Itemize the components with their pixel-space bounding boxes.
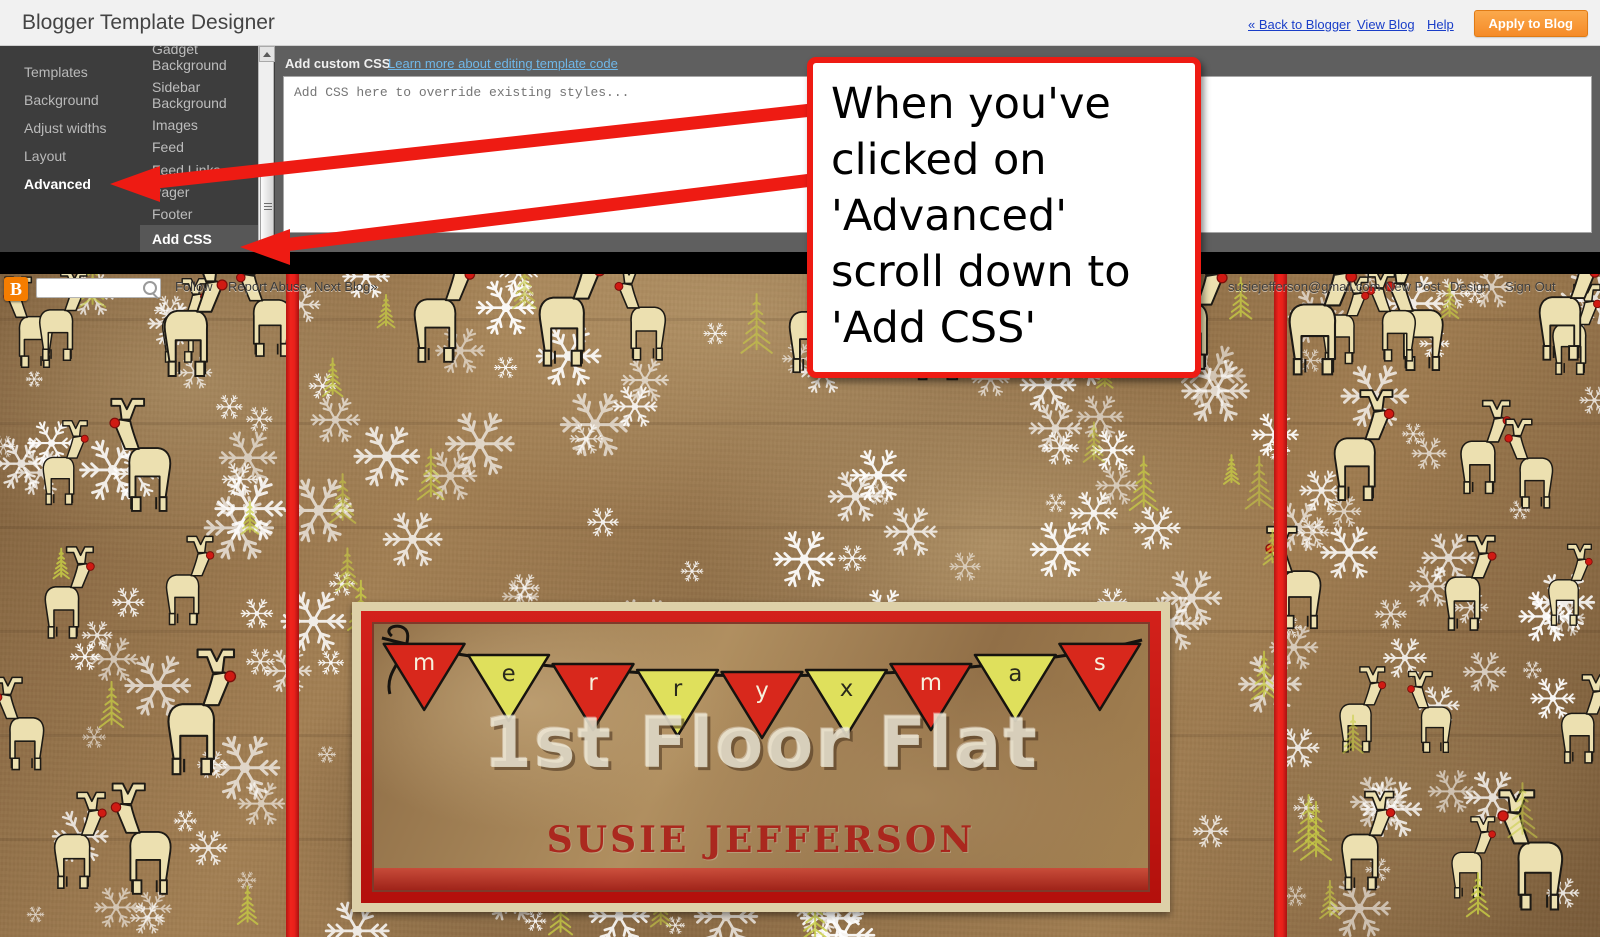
navbar-sign-out-link[interactable]: Sign Out <box>1505 279 1556 294</box>
sidebar-item-advanced[interactable]: Advanced <box>0 170 140 198</box>
designer-sub-list: Gadget Background Sidebar Background Ima… <box>140 46 258 262</box>
sidebar-item-templates[interactable]: Templates <box>0 58 140 86</box>
apply-to-blog-button[interactable]: Apply to Blog <box>1473 10 1588 37</box>
navbar-design-link[interactable]: Design <box>1450 279 1490 294</box>
navbar-new-post-link[interactable]: New Post <box>1385 279 1441 294</box>
navbar-follow-link[interactable]: Follow <box>175 279 213 294</box>
sidebar-item-background[interactable]: Background <box>0 86 140 114</box>
designer-sub-scrollbar[interactable] <box>258 46 275 262</box>
blog-preview: B Follow Report Abuse Next Blog» susieje… <box>0 262 1600 937</box>
banner-bottom-strip <box>374 868 1148 890</box>
designer-nav-list: Templates Background Adjust widths Layou… <box>0 46 140 262</box>
left-red-stripe <box>286 262 299 937</box>
sub-item-feed[interactable]: Feed <box>140 136 258 158</box>
navbar-report-abuse-link[interactable]: Report Abuse <box>228 279 307 294</box>
sub-item-feed-links[interactable]: Feed Links <box>140 159 258 181</box>
blogger-navbar-top-rule <box>0 262 1600 274</box>
page-title: Blogger Template Designer <box>22 11 275 34</box>
screen: B Follow Report Abuse Next Blog» susieje… <box>0 0 1600 937</box>
sub-item-pager[interactable]: Pager <box>140 181 258 203</box>
blog-header-banner[interactable]: merryxmas 1st Floor Flat SUSIE JEFFERSON <box>352 602 1170 912</box>
banner-red-frame: merryxmas 1st Floor Flat SUSIE JEFFERSON <box>361 611 1161 903</box>
add-custom-css-heading: Add custom CSS <box>285 56 391 71</box>
designer-header: Blogger Template Designer « Back to Blog… <box>0 0 1600 46</box>
annotation-callout: When you've clicked on 'Advanced' scroll… <box>807 57 1201 378</box>
banner-inner: merryxmas 1st Floor Flat SUSIE JEFFERSON <box>372 622 1150 892</box>
navbar-next-blog-link[interactable]: Next Blog» <box>314 279 378 294</box>
sidebar-item-adjust-widths[interactable]: Adjust widths <box>0 114 140 142</box>
sub-item-gadget-background[interactable]: Gadget Background <box>140 46 258 76</box>
help-link[interactable]: Help <box>1427 17 1454 32</box>
scrollbar-thumb[interactable] <box>260 169 274 247</box>
blog-subtitle: SUSIE JEFFERSON <box>546 819 976 861</box>
blogger-logo-icon[interactable]: B <box>4 277 28 301</box>
learn-more-template-code-link[interactable]: Learn more about editing template code <box>388 56 618 71</box>
sub-item-sidebar-background[interactable]: Sidebar Background <box>140 76 258 114</box>
sidebar-item-layout[interactable]: Layout <box>0 142 140 170</box>
navbar-search-input[interactable] <box>36 278 161 298</box>
sub-item-footer[interactable]: Footer <box>140 203 258 225</box>
navbar-account-email[interactable]: susiejefferson@gmail.com <box>1228 279 1380 294</box>
scrollbar-up-arrow-icon[interactable] <box>259 46 275 62</box>
right-red-stripe <box>1274 262 1287 937</box>
designer-bottom-rule <box>0 252 1600 262</box>
designer-body: Templates Background Adjust widths Layou… <box>0 46 1600 262</box>
search-icon <box>143 281 157 295</box>
blogger-navbar: B Follow Report Abuse Next Blog» susieje… <box>0 274 1600 304</box>
sub-item-images[interactable]: Images <box>140 114 258 136</box>
back-to-blogger-link[interactable]: « Back to Blogger <box>1248 17 1351 32</box>
view-blog-link[interactable]: View Blog <box>1357 17 1415 32</box>
blog-title: 1st Floor Flat <box>483 702 1039 784</box>
template-designer-panel: Blogger Template Designer « Back to Blog… <box>0 0 1600 262</box>
sub-item-add-css[interactable]: Add CSS <box>140 224 258 253</box>
